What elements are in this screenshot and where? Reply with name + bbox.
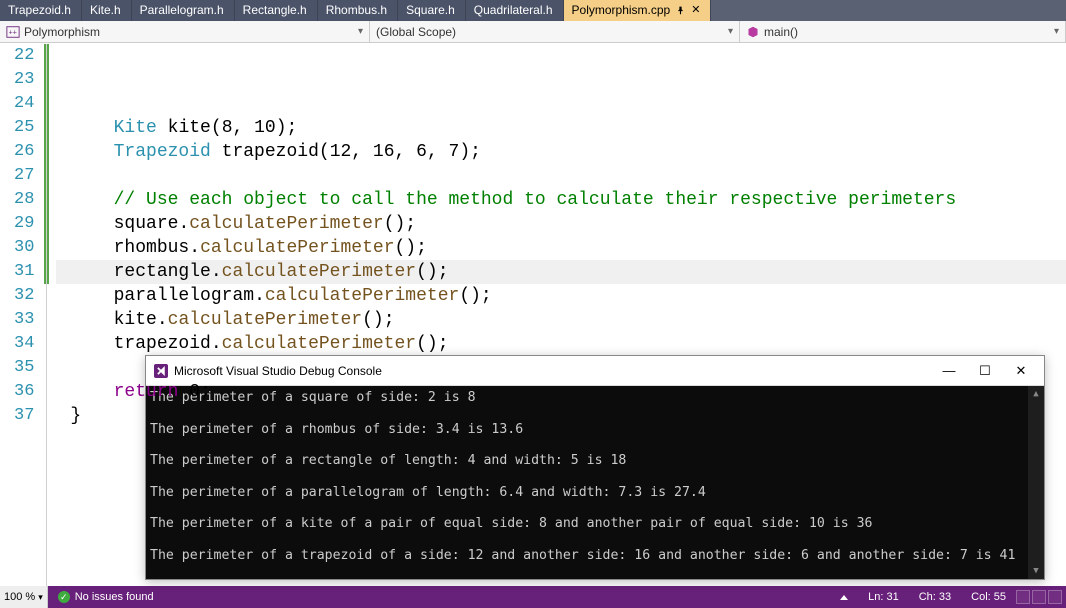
- scope-selector[interactable]: (Global Scope) ▾: [370, 21, 740, 42]
- navigation-bar: ++ Polymorphism ▾ (Global Scope) ▾ main(…: [0, 21, 1066, 43]
- tab-rhombus-h[interactable]: Rhombus.h: [318, 0, 398, 21]
- tab-parallelogram-h[interactable]: Parallelogram.h: [132, 0, 235, 21]
- project-selector[interactable]: ++ Polymorphism ▾: [0, 21, 370, 42]
- line-indicator[interactable]: Ln: 31: [858, 591, 909, 603]
- ok-check-icon: ✓: [58, 591, 70, 603]
- zoom-control[interactable]: 100 %▾: [0, 586, 48, 608]
- change-gutter: [40, 43, 56, 586]
- status-bar: 100 %▾ ✓ No issues found Ln: 31 Ch: 33 C…: [0, 586, 1066, 608]
- scroll-down-icon[interactable]: ▼: [1028, 563, 1044, 579]
- scope-text: (Global Scope): [376, 25, 456, 39]
- tab-polymorphism-cpp[interactable]: Polymorphism.cpp ✕: [564, 0, 712, 21]
- tab-kite-h[interactable]: Kite.h: [82, 0, 132, 21]
- function-name: main(): [764, 25, 798, 39]
- cpp-project-icon: ++: [6, 25, 20, 39]
- project-name: Polymorphism: [24, 25, 100, 39]
- svg-text:++: ++: [9, 29, 17, 36]
- line-number-gutter: 22232425262728293031323334353637: [0, 43, 40, 586]
- tab-quadrilateral-h[interactable]: Quadrilateral.h: [466, 0, 564, 21]
- issues-status[interactable]: ✓ No issues found: [48, 591, 164, 603]
- tab-square-h[interactable]: Square.h: [398, 0, 466, 21]
- char-indicator[interactable]: Ch: 33: [909, 591, 961, 603]
- arrow-up-icon: [840, 595, 848, 600]
- status-mode-icons[interactable]: [1016, 590, 1066, 604]
- file-tabs-bar: Trapezoid.h Kite.h Parallelogram.h Recta…: [0, 0, 1066, 21]
- tab-rectangle-h[interactable]: Rectangle.h: [235, 0, 318, 21]
- chevron-down-icon: ▾: [1054, 26, 1059, 37]
- code-comment: // Use each object to call the method to…: [114, 190, 957, 210]
- caret-line[interactable]: [830, 595, 858, 600]
- method-icon: [746, 25, 760, 39]
- chevron-down-icon: ▾: [728, 26, 733, 37]
- close-icon[interactable]: ✕: [691, 5, 700, 16]
- tab-trapezoid-h[interactable]: Trapezoid.h: [0, 0, 82, 21]
- col-indicator[interactable]: Col: 55: [961, 591, 1016, 603]
- function-selector[interactable]: main() ▾: [740, 21, 1066, 42]
- chevron-down-icon: ▾: [358, 26, 363, 37]
- pin-icon[interactable]: [676, 6, 685, 15]
